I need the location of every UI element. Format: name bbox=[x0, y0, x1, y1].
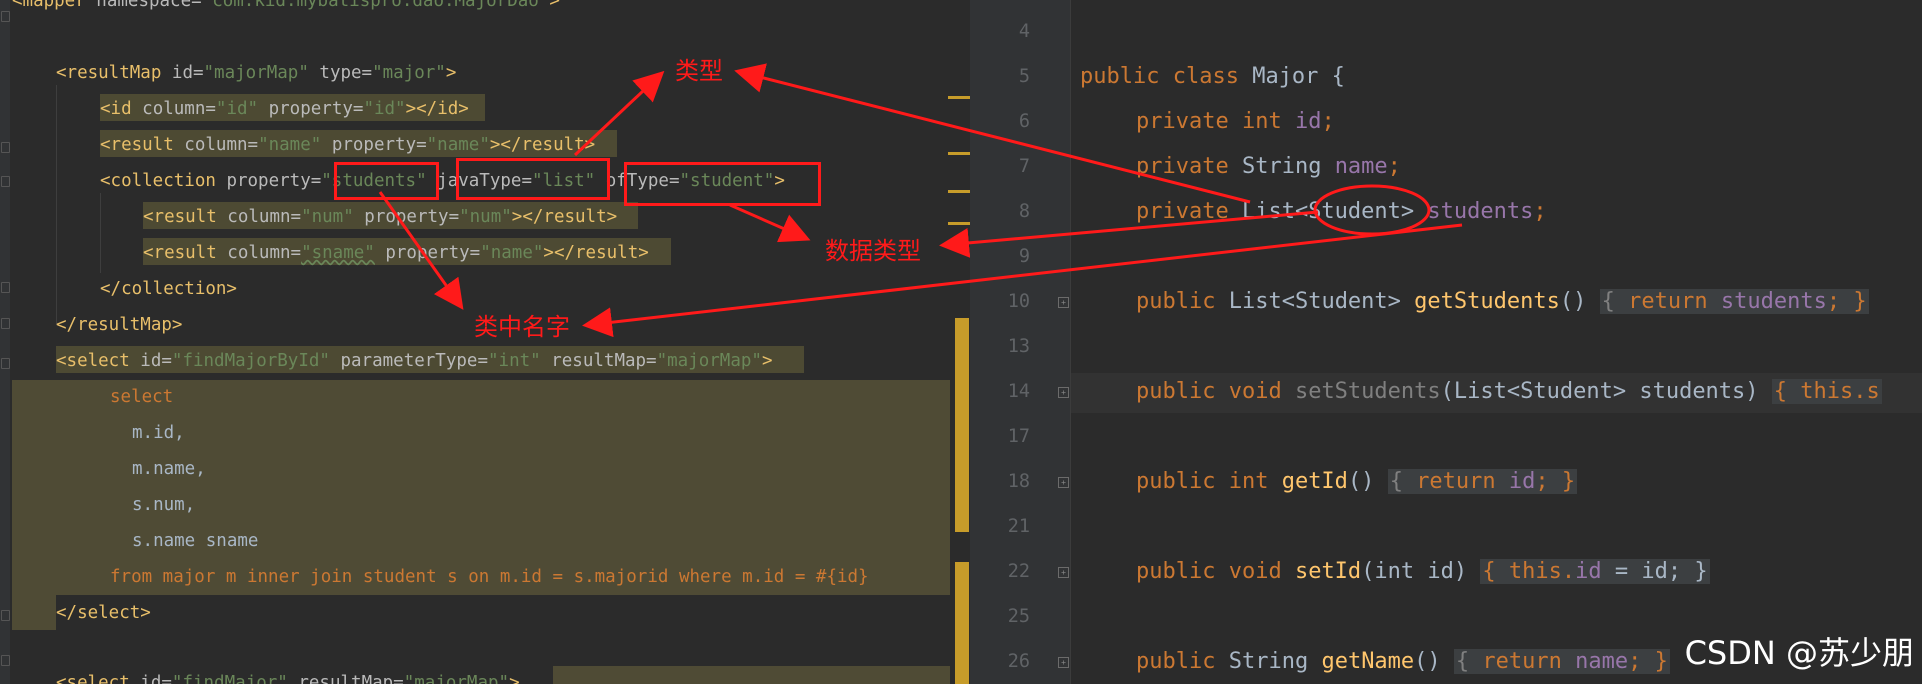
line-number: 21 bbox=[1007, 516, 1030, 537]
line-number: 9 bbox=[1018, 246, 1030, 267]
java-line-getstudents: public List<Student> getStudents() { ret… bbox=[1136, 289, 1869, 314]
line-number: 8 bbox=[1018, 201, 1030, 222]
fold-marker-icon[interactable] bbox=[1, 11, 10, 22]
java-editor-pane[interactable]: 4 5 6 7 8 9 10 13 14 17 18 21 22 25 26 +… bbox=[970, 0, 1922, 684]
change-marker bbox=[948, 190, 970, 193]
change-marker bbox=[948, 152, 970, 155]
fold-expand-icon[interactable]: + bbox=[1058, 477, 1069, 488]
fold-marker-icon[interactable] bbox=[1, 610, 10, 621]
code-line-mapper: <mapper namespace="com.kid.mybatispro.da… bbox=[12, 0, 560, 11]
java-line-class: public class Major { bbox=[1080, 64, 1345, 89]
java-line-field-name: private String name; bbox=[1136, 154, 1401, 179]
line-number: 13 bbox=[1007, 336, 1030, 357]
line-number: 26 bbox=[1007, 651, 1030, 672]
fold-marker-icon[interactable] bbox=[1, 655, 10, 666]
vcs-change-bar bbox=[955, 562, 969, 684]
right-gutter: 4 5 6 7 8 9 10 13 14 17 18 21 22 25 26 +… bbox=[970, 0, 1071, 684]
highlight-box-oftype bbox=[624, 162, 821, 206]
line-number: 14 bbox=[1007, 381, 1030, 402]
annotation-name-label: 类中名字 bbox=[474, 313, 570, 341]
annotation-type-label: 类型 bbox=[675, 57, 723, 85]
line-number: 4 bbox=[1018, 21, 1030, 42]
line-number: 17 bbox=[1007, 426, 1030, 447]
fold-expand-icon[interactable]: + bbox=[1058, 657, 1069, 668]
line-number: 18 bbox=[1007, 471, 1030, 492]
fold-expand-icon[interactable]: + bbox=[1058, 567, 1069, 578]
left-gutter bbox=[0, 0, 10, 684]
line-number: 10 bbox=[1007, 291, 1030, 312]
fold-marker-icon[interactable] bbox=[1, 282, 10, 293]
code-line-resultmap: <resultMap id="majorMap" type="major"> bbox=[56, 63, 457, 83]
line-number: 6 bbox=[1018, 111, 1030, 132]
highlight-box-property bbox=[334, 162, 439, 200]
indent-guide bbox=[56, 85, 57, 325]
code-line-result-num: <result column="num" property="num"></re… bbox=[143, 207, 618, 227]
line-number: 22 bbox=[1007, 561, 1030, 582]
sql-line: s.num, bbox=[132, 495, 196, 515]
code-line-select-findmajor: <select id="findMajor" resultMap="majorM… bbox=[56, 673, 520, 684]
line-number: 25 bbox=[1007, 606, 1030, 627]
sql-line: m.name, bbox=[132, 459, 206, 479]
sql-line-select: select bbox=[110, 387, 174, 407]
code-line-resultmap-close: </resultMap> bbox=[56, 315, 183, 335]
code-line-result-sname: <result column="sname" property="name"><… bbox=[143, 243, 649, 263]
java-line-setstudents: public void setStudents(List<Student> st… bbox=[1136, 379, 1882, 404]
fold-expand-icon[interactable]: + bbox=[1058, 387, 1069, 398]
java-line-setid: public void setId(int id) { this.id = id… bbox=[1136, 559, 1710, 584]
selection-block-end bbox=[12, 594, 56, 630]
change-marker bbox=[948, 222, 970, 225]
indent-guide bbox=[100, 193, 101, 273]
java-line-field-id: private int id; bbox=[1136, 109, 1335, 134]
fold-expand-icon[interactable]: + bbox=[1058, 297, 1069, 308]
java-line-getname: public String getName() { return name; } bbox=[1136, 649, 1670, 674]
code-line-select-close: </select> bbox=[56, 603, 151, 623]
fold-marker-icon[interactable] bbox=[1, 176, 10, 187]
java-line-field-students: private List<Student> students; bbox=[1136, 199, 1547, 224]
fold-marker-icon[interactable] bbox=[1, 318, 10, 329]
highlight-box-javatype bbox=[456, 158, 610, 200]
change-marker bbox=[948, 96, 970, 99]
selection-next-select bbox=[553, 666, 950, 684]
java-line-getid: public int getId() { return id; } bbox=[1136, 469, 1578, 494]
sql-line: s.name sname bbox=[132, 531, 259, 551]
watermark: CSDN @苏少朋 bbox=[1684, 634, 1914, 672]
code-line-result-name: <result column="name" property="name"></… bbox=[100, 135, 596, 155]
line-number: 5 bbox=[1018, 66, 1030, 87]
line-number: 7 bbox=[1018, 156, 1030, 177]
sql-line: m.id, bbox=[132, 423, 185, 443]
code-line-select: <select id="findMajorById" parameterType… bbox=[56, 351, 773, 371]
fold-marker-icon[interactable] bbox=[1, 358, 10, 369]
annotation-datatype-label: 数据类型 bbox=[825, 237, 921, 265]
fold-marker-icon[interactable] bbox=[1, 142, 10, 153]
code-line-id: <id column="id" property="id"></id> bbox=[100, 99, 469, 119]
sql-line-from: from major m inner join student s on m.i… bbox=[110, 567, 869, 587]
vcs-change-bar bbox=[955, 318, 969, 532]
xml-editor-pane[interactable]: <mapper namespace="com.kid.mybatispro.da… bbox=[0, 0, 950, 684]
code-line-collection-close: </collection> bbox=[100, 279, 237, 299]
